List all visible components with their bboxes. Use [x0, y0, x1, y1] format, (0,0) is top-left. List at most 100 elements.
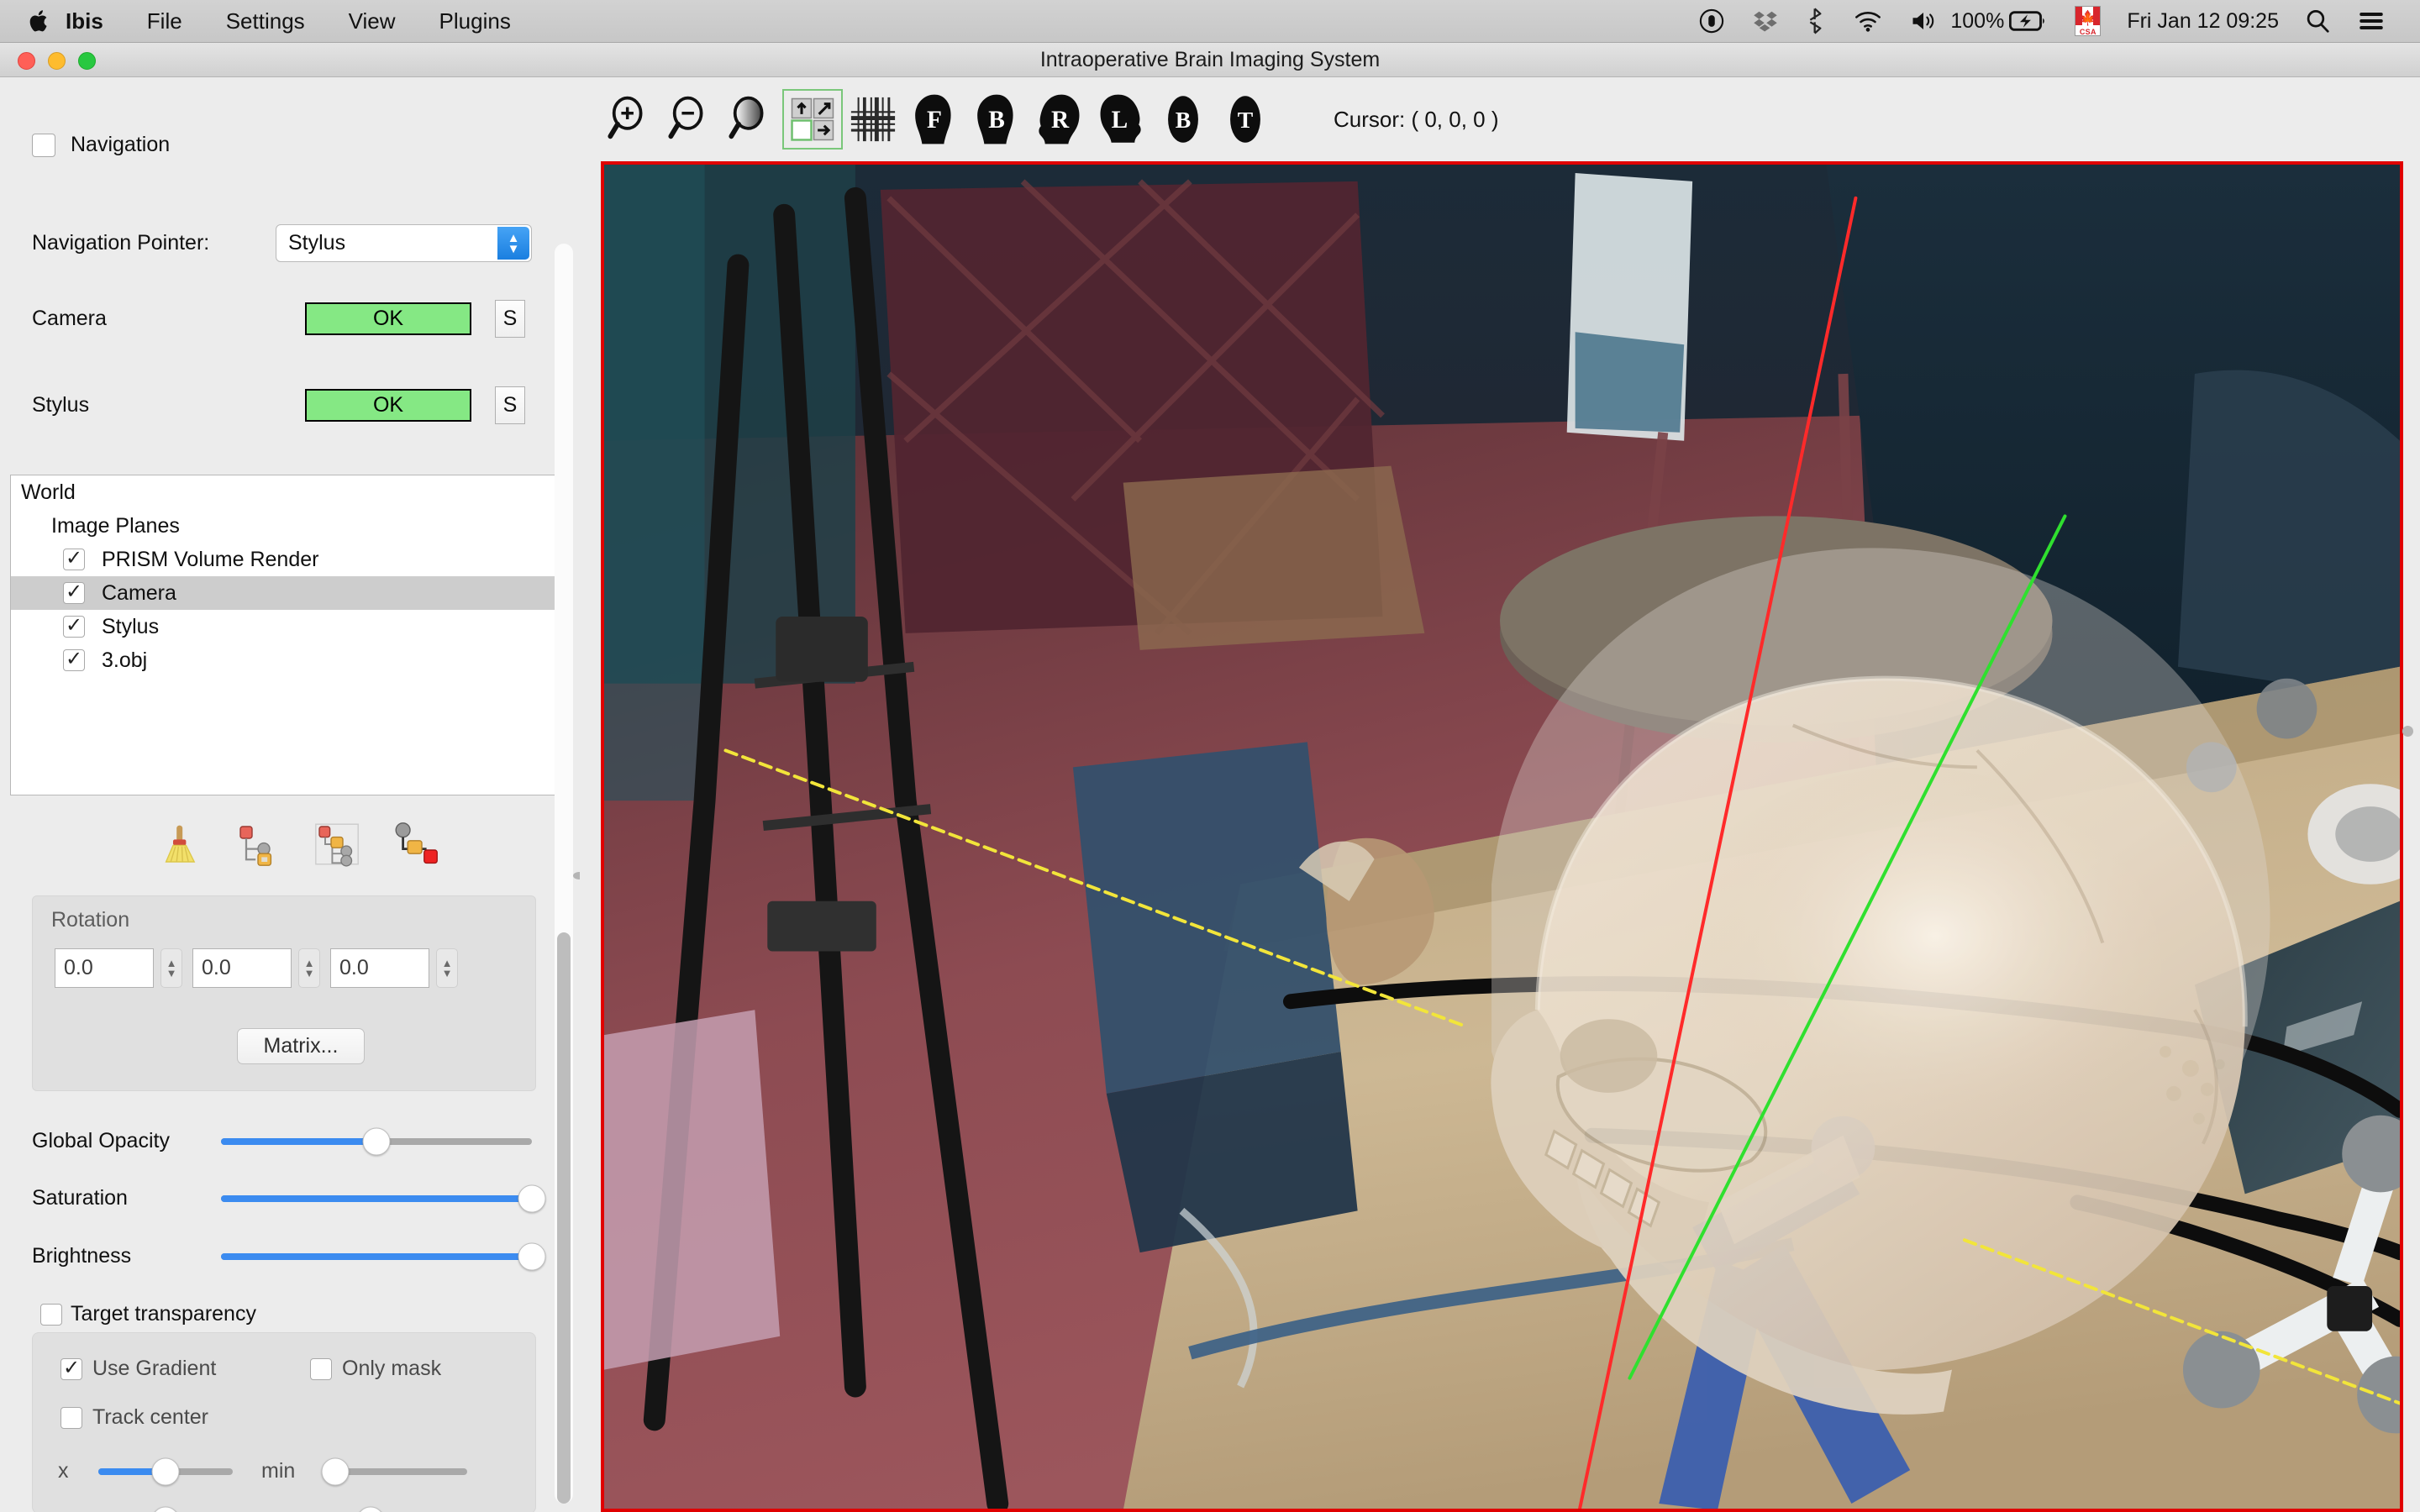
rotation-z-input[interactable] [330, 948, 429, 988]
menu-item-file[interactable]: File [125, 0, 204, 43]
broom-clean-icon[interactable] [155, 821, 203, 868]
chevron-updown-icon[interactable]: ▲ ▼ [497, 227, 529, 260]
use-gradient-checkbox[interactable] [60, 1357, 82, 1380]
viewport-splitter-handle[interactable] [2402, 726, 2413, 737]
menu-item-view[interactable]: View [327, 0, 418, 43]
tree-item-image-planes[interactable]: Image Planes [11, 509, 567, 543]
track-center-checkbox[interactable] [60, 1406, 82, 1429]
transparency-min-slider[interactable] [321, 1457, 467, 1485]
rotation-z-spin-arrows[interactable]: ▲ ▼ [436, 948, 458, 988]
3d-viewport[interactable] [601, 161, 2403, 1512]
camera-status-row: Camera OK S [32, 300, 548, 338]
stylus-status-badge[interactable]: OK [305, 389, 471, 422]
slider-knob[interactable] [151, 1457, 180, 1485]
rotation-y-spin-arrows[interactable]: ▲ ▼ [298, 948, 320, 988]
transparency-x-slider[interactable] [98, 1457, 233, 1485]
record-icon[interactable] [1685, 0, 1739, 43]
tree-item-world[interactable]: World [11, 475, 567, 509]
menu-item-ibis[interactable]: Ibis [54, 0, 125, 43]
apple-logo-icon[interactable] [25, 4, 54, 38]
view-layout-icon[interactable] [782, 89, 843, 150]
left-panel-scrollbar[interactable] [555, 244, 573, 1504]
dropbox-icon[interactable] [1739, 0, 1792, 43]
battery-charging-icon[interactable] [2009, 0, 2060, 43]
view-bottom-button[interactable]: B [1152, 89, 1214, 150]
panel-splitter-handle[interactable] [573, 872, 580, 879]
tree-item-checkbox[interactable] [63, 649, 85, 671]
grid-lines-icon[interactable] [843, 89, 903, 150]
slider-knob[interactable] [151, 1506, 180, 1512]
svg-text:L: L [1112, 107, 1128, 134]
only-mask-row[interactable]: Only mask [310, 1357, 441, 1381]
canada-flag-icon[interactable]: 🍁 CSA [2060, 0, 2115, 43]
tree-link-icon[interactable] [392, 821, 439, 868]
transparency-y-label: y [58, 1508, 98, 1512]
zoom-in-icon[interactable] [601, 89, 661, 150]
matrix-button[interactable]: Matrix... [237, 1028, 365, 1064]
transparency-max-label: max [261, 1508, 333, 1512]
saturation-slider[interactable] [221, 1184, 546, 1212]
view-left-button[interactable]: L [1090, 89, 1152, 150]
target-transparency-row[interactable]: Target transparency [40, 1302, 256, 1326]
tree-item-camera[interactable]: Camera [11, 576, 567, 610]
tree-item-checkbox[interactable] [63, 616, 85, 638]
search-icon[interactable] [2291, 0, 2344, 43]
slider-knob[interactable] [518, 1242, 546, 1270]
slider-knob[interactable] [356, 1506, 385, 1512]
svg-text:F: F [927, 107, 942, 134]
view-back-button[interactable]: B [965, 89, 1028, 150]
brightness-slider[interactable] [221, 1242, 546, 1270]
rotation-y-input[interactable] [192, 948, 292, 988]
menu-item-plugins[interactable]: Plugins [418, 0, 533, 43]
tree-collapse-icon[interactable] [313, 821, 360, 868]
navigation-pointer-select[interactable]: Stylus ▲ ▼ [276, 224, 532, 262]
global-opacity-slider[interactable] [221, 1127, 532, 1155]
navigation-checkbox[interactable] [32, 133, 55, 157]
zoom-button[interactable] [78, 52, 96, 70]
rotation-x-input[interactable] [55, 948, 154, 988]
volume-icon[interactable] [1897, 0, 1950, 43]
tree-expand-icon[interactable] [234, 821, 281, 868]
navigation-checkbox-row[interactable]: Navigation [32, 133, 170, 157]
tree-item-3obj[interactable]: 3.obj [11, 643, 567, 677]
minimize-button[interactable] [48, 52, 66, 70]
global-opacity-row: Global Opacity [32, 1127, 536, 1155]
page-title: Intraoperative Brain Imaging System [1039, 47, 1381, 71]
zoom-out-icon[interactable] [661, 89, 722, 150]
camera-status-badge[interactable]: OK [305, 302, 471, 335]
rotation-y-stepper[interactable]: ▲▼ [192, 948, 320, 988]
tree-item-prism-volume-render[interactable]: PRISM Volume Render [11, 543, 567, 576]
wifi-icon[interactable] [1839, 0, 1897, 43]
tree-item-checkbox[interactable] [63, 582, 85, 604]
view-front-button[interactable]: F [903, 89, 965, 150]
target-transparency-checkbox[interactable] [40, 1303, 62, 1326]
scrollbar-thumb[interactable] [557, 932, 571, 1504]
bluetooth-icon[interactable] [1792, 0, 1839, 43]
macos-menu-bar: Ibis File Settings View Plugins 100% 🍁 C… [0, 0, 2420, 43]
view-top-button[interactable]: T [1214, 89, 1276, 150]
rotation-x-spin-arrows[interactable]: ▲ ▼ [160, 948, 182, 988]
menu-item-settings[interactable]: Settings [204, 0, 327, 43]
camera-settings-button[interactable]: S [495, 300, 525, 338]
input-source-label: CSA [2079, 28, 2096, 36]
slider-knob[interactable] [321, 1457, 350, 1485]
control-center-icon[interactable] [2344, 0, 2398, 43]
slider-knob[interactable] [518, 1184, 546, 1212]
menu-bar-clock[interactable]: Fri Jan 12 09:25 [2115, 9, 2291, 34]
rotation-z-stepper[interactable]: ▲▼ [330, 948, 458, 988]
object-tree[interactable]: World Image Planes PRISM Volume Render C… [10, 475, 568, 795]
view-right-button[interactable]: R [1028, 89, 1090, 150]
use-gradient-row[interactable]: Use Gradient [60, 1357, 216, 1381]
tree-item-checkbox[interactable] [63, 549, 85, 570]
only-mask-checkbox[interactable] [310, 1357, 332, 1380]
stylus-settings-button[interactable]: S [495, 386, 525, 424]
only-mask-label: Only mask [342, 1357, 442, 1380]
rotation-x-stepper[interactable]: ▲▼ [55, 948, 182, 988]
slider-knob[interactable] [362, 1127, 391, 1155]
window-controls[interactable] [18, 52, 96, 70]
zoom-reset-icon[interactable] [722, 89, 782, 150]
window-title-bar[interactable]: Intraoperative Brain Imaging System [0, 43, 2420, 77]
close-button[interactable] [18, 52, 35, 70]
tree-item-stylus[interactable]: Stylus [11, 610, 567, 643]
track-center-row[interactable]: Track center [60, 1405, 208, 1430]
